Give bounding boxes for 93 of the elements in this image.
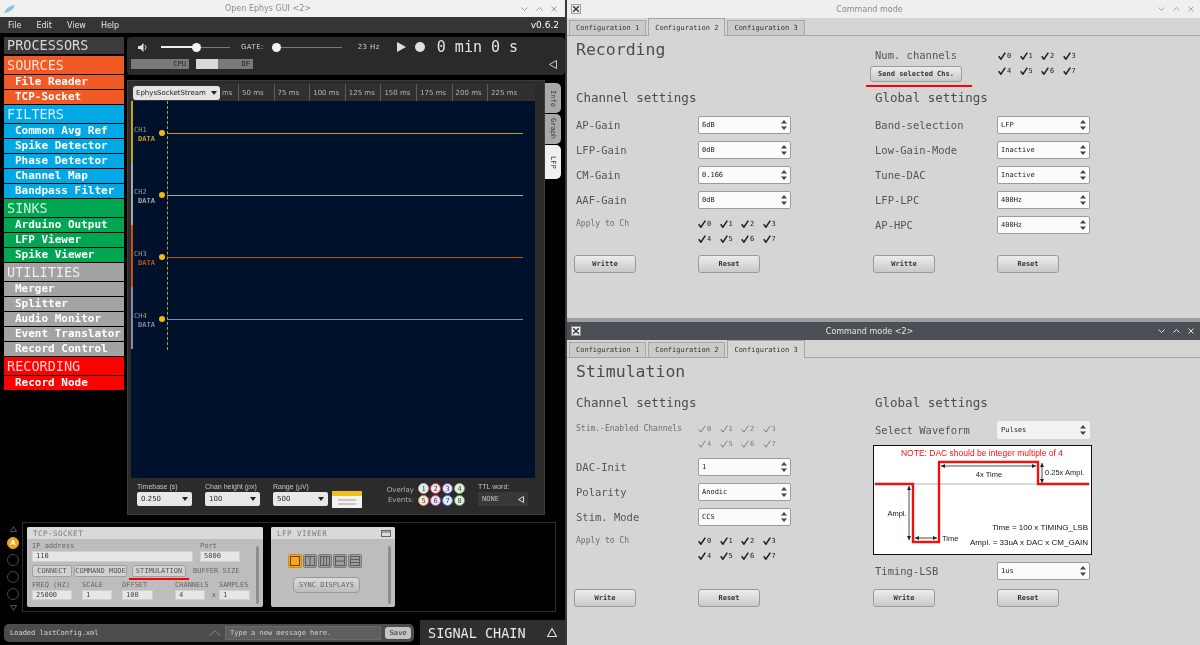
scrollbar[interactable] (256, 546, 259, 604)
marker-dot-icon (159, 316, 165, 322)
two-row-icon (335, 556, 345, 566)
speaker-icon[interactable] (138, 42, 148, 52)
up-down-arrows-icon[interactable] (1080, 219, 1086, 230)
caret-icon[interactable] (211, 90, 217, 95)
field-label: DAC-Init (576, 460, 628, 473)
up-down-arrows-icon[interactable] (1080, 424, 1086, 435)
processor-list-header: PROCESSORS (4, 37, 124, 54)
up-down-arrows-icon[interactable] (1080, 144, 1086, 155)
field-label: Select Waveform (875, 423, 971, 436)
dimension-arrow (1040, 462, 1044, 483)
slider-thumb[interactable] (192, 42, 202, 52)
marker-dot-icon (159, 254, 165, 260)
two-column-icon (305, 556, 315, 566)
up-down-arrows-icon[interactable] (781, 194, 787, 205)
app-icon (4, 4, 15, 13)
layout-button[interactable] (348, 554, 362, 568)
field-label: LFP-LPC (875, 193, 921, 206)
app-icon (571, 326, 581, 336)
window-title: Open Ephys GUI <2> (224, 4, 312, 13)
dimension-arrow (907, 485, 911, 540)
layout-button[interactable] (333, 554, 347, 568)
layout-button[interactable] (303, 554, 317, 568)
play-icon[interactable] (396, 42, 406, 52)
marker-dot-icon (159, 192, 165, 198)
field-label: Polarity (576, 485, 628, 498)
formula-text: Time = 100 x TIMING_LSB (992, 522, 1088, 532)
group-title: Global settings (875, 89, 989, 107)
up-down-arrows-icon[interactable] (781, 461, 787, 472)
field-label: Apply to Ch (576, 218, 630, 230)
field-label: AAF-Gain (576, 193, 628, 206)
formula-text: Ampl. = 33uA x DAC x CM_GAIN (969, 537, 1088, 547)
group-title: Global settings (875, 394, 989, 412)
up-down-arrows-icon[interactable] (1080, 169, 1086, 180)
version-label: v0.6.2 (530, 20, 559, 30)
field-label: Low-Gain-Mode (875, 143, 959, 156)
caret-icon[interactable] (182, 497, 188, 501)
down-triangle-icon[interactable] (9, 605, 17, 611)
three-column-icon (320, 556, 330, 566)
up-down-arrows-icon[interactable] (1080, 119, 1086, 130)
menu-item[interactable]: Edit (36, 20, 52, 30)
single-pane-icon (290, 556, 300, 566)
field-label: AP-HPC (875, 218, 914, 231)
window-title: Command mode <2> (824, 326, 915, 336)
triangle-icon[interactable] (518, 495, 524, 503)
menu-item[interactable]: File (8, 20, 22, 30)
field-label: AP-Gain (576, 118, 622, 131)
layout-button[interactable] (288, 554, 302, 568)
signal-chain-toggle[interactable]: SIGNAL CHAIN (420, 620, 565, 645)
field-label: Tune-DAC (875, 168, 927, 181)
diagram-note: NOTE: DAC should be integer multiple of 4 (900, 447, 1064, 458)
field-label: Timing-LSB (875, 564, 940, 577)
three-row-icon (350, 556, 360, 566)
elapsed-time: 0 min 0 s (436, 38, 519, 56)
triangle-up-icon[interactable] (547, 628, 557, 637)
field-label: Band-selection (875, 118, 965, 131)
layout-button[interactable] (318, 554, 332, 568)
menu-item[interactable]: View (66, 20, 86, 30)
up-down-arrows-icon[interactable] (1080, 565, 1086, 576)
group-title: Channel settings (576, 89, 698, 107)
field-label: Num. channels (875, 49, 959, 61)
triangle-icon[interactable] (549, 59, 557, 69)
field-label: Stim. Mode (576, 510, 641, 523)
caret-icon[interactable] (318, 497, 324, 501)
marker-dot-icon (159, 130, 165, 136)
record-icon[interactable] (414, 42, 425, 52)
section-heading: Stimulation (576, 361, 687, 383)
menu-item[interactable]: Help (100, 20, 120, 30)
up-down-arrows-icon[interactable] (781, 511, 787, 522)
dimension-arrow (914, 535, 938, 540)
caret-icon[interactable] (250, 497, 256, 501)
window-icon[interactable] (381, 529, 391, 537)
processor-item[interactable]: Record Node (4, 376, 124, 390)
group-title: Channel settings (576, 394, 698, 412)
up-down-arrows-icon[interactable] (781, 119, 787, 130)
unit-toggle-icon[interactable] (332, 490, 362, 508)
field-label: CM-Gain (576, 168, 622, 181)
up-down-arrows-icon[interactable] (781, 144, 787, 155)
app-icon (571, 4, 581, 14)
slider-thumb[interactable] (271, 42, 281, 52)
up-down-arrows-icon[interactable] (1080, 194, 1086, 205)
window-title: Command mode (835, 4, 904, 14)
gate-slider[interactable] (271, 42, 342, 52)
field-label: Apply to Ch (576, 535, 630, 547)
field-label: Stim.-Enabled Channels (576, 423, 683, 435)
section-heading: Recording (576, 39, 667, 61)
up-down-arrows-icon[interactable] (781, 486, 787, 497)
field-label: LFP-Gain (576, 143, 628, 156)
volume-slider[interactable] (161, 42, 230, 52)
up-triangle-icon[interactable] (9, 526, 17, 532)
scrollbar[interactable] (388, 546, 391, 604)
up-down-arrows-icon[interactable] (781, 169, 787, 180)
